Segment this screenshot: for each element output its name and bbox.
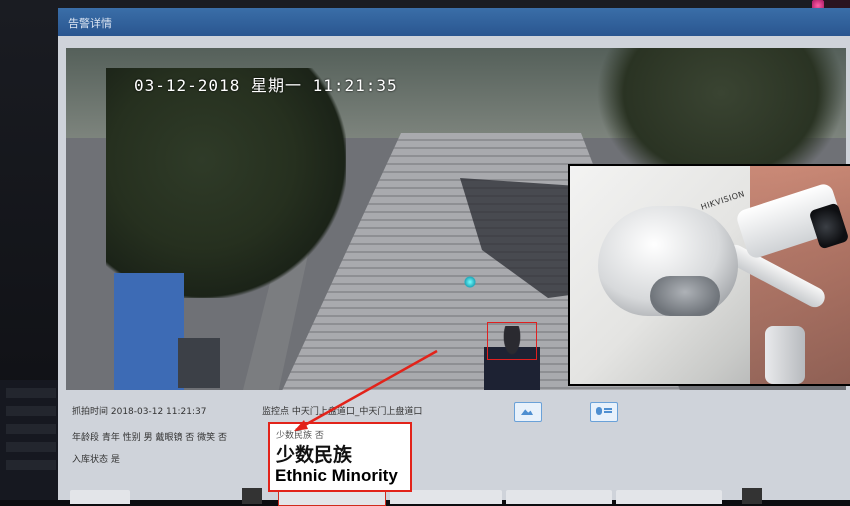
- next-arrow-icon[interactable]: [742, 488, 762, 504]
- prev-arrow-icon[interactable]: [242, 488, 262, 504]
- thumbnail-2[interactable]: [278, 490, 386, 506]
- monitor-point: 监控点 中天门上盘道口_中天门上盘道口: [262, 407, 423, 417]
- window-titlebar: 告警详情: [58, 8, 850, 36]
- detail-panel: 抓拍时间 2018-03-12 11:21:37 监控点 中天门上盘道口_中天门…: [66, 392, 850, 506]
- video-marker: [464, 276, 476, 288]
- storage-status: 入库状态 是: [72, 455, 120, 465]
- window-title: 告警详情: [68, 17, 112, 30]
- face-detection-box: [487, 322, 537, 360]
- video-timestamp: 03-12-2018 星期一 11:21:35: [134, 76, 398, 95]
- ethnic-minority-callout: 少数民族 否 少数民族 Ethnic Minority: [268, 422, 412, 492]
- callout-chinese-label: 少数民族: [276, 444, 353, 466]
- video-trash-bin: [178, 338, 220, 388]
- video-blue-box: [114, 273, 184, 390]
- capture-time: 抓拍时间 2018-03-12 11:21:37: [72, 407, 207, 417]
- camera-mount-post: [765, 326, 805, 384]
- thumbnail-3[interactable]: [390, 490, 502, 504]
- id-card-icon[interactable]: [590, 402, 618, 422]
- attribute-row: 年龄段 青年 性别 男 戴眼镜 否 微笑 否: [72, 433, 228, 443]
- thumbnail-5[interactable]: [616, 490, 722, 504]
- background-window-edge: [0, 380, 62, 500]
- callout-english-label: Ethnic Minority: [275, 466, 398, 485]
- thumbnail-1[interactable]: [70, 490, 130, 504]
- monitor-background: 告警详情 03-12-2018 星期一 11:21:35 抓拍时间 2018-0…: [0, 0, 850, 506]
- thumbnail-4[interactable]: [506, 490, 612, 504]
- video-trees-left: [106, 68, 346, 298]
- camera-inset-photo: HIKVISION: [568, 164, 850, 386]
- image-icon[interactable]: [514, 402, 542, 422]
- thumbnail-strip: [66, 490, 850, 506]
- dome-camera-lens: [650, 276, 720, 316]
